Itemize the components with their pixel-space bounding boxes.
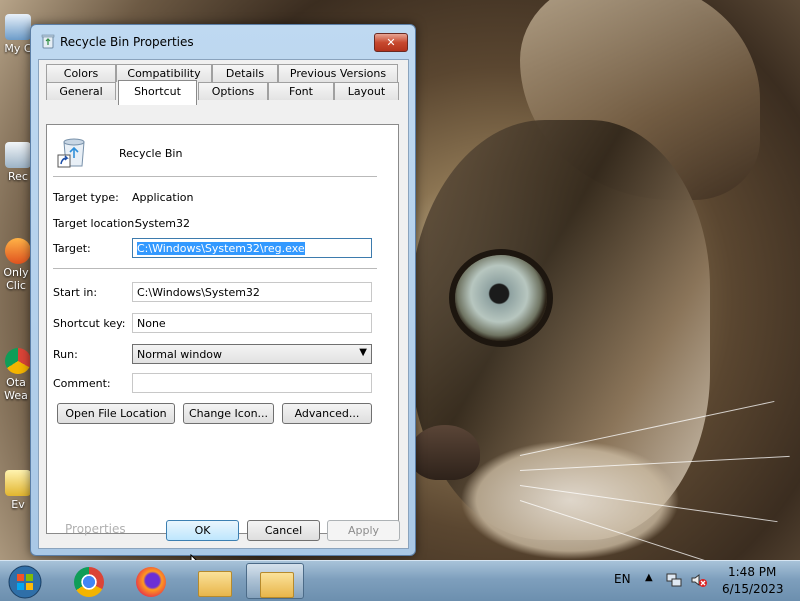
target-location-label: Target location: xyxy=(53,217,138,230)
target-location-value: System32 xyxy=(135,217,191,230)
change-icon-button[interactable]: Change Icon... xyxy=(183,403,274,424)
volume-muted-icon[interactable] xyxy=(690,572,708,588)
comment-input[interactable] xyxy=(132,373,372,393)
apply-button[interactable]: Apply xyxy=(327,520,400,541)
app-icon xyxy=(5,238,31,264)
cancel-button[interactable]: Cancel xyxy=(247,520,320,541)
tab-layout[interactable]: Layout xyxy=(334,82,399,100)
taskbar-chrome[interactable] xyxy=(62,563,118,599)
computer-icon xyxy=(5,14,31,40)
target-type-label: Target type: xyxy=(53,191,119,204)
start-in-input[interactable]: C:\Windows\System32 xyxy=(132,282,372,302)
recycle-bin-icon xyxy=(5,142,31,168)
dialog-client-area: Colors Compatibility Details Previous Ve… xyxy=(38,59,409,549)
recycle-bin-shortcut-icon xyxy=(57,138,85,168)
target-input[interactable]: C:\Windows\System32\reg.exe xyxy=(132,238,372,258)
shortcut-key-label: Shortcut key: xyxy=(53,317,126,330)
chrome-icon xyxy=(5,348,31,374)
ok-button[interactable]: OK xyxy=(166,520,239,541)
properties-ghost-text: Properties xyxy=(65,522,126,536)
title-bar[interactable]: Recycle Bin Properties ✕ xyxy=(31,25,415,57)
open-file-location-button[interactable]: Open File Location xyxy=(57,403,175,424)
show-hidden-icons-icon[interactable]: ▲ xyxy=(645,572,653,583)
tab-previous-versions[interactable]: Previous Versions xyxy=(278,64,398,82)
firefox-icon xyxy=(136,567,166,597)
tab-shortcut[interactable]: Shortcut xyxy=(118,80,197,105)
shortcut-icon xyxy=(5,470,31,496)
shortcut-key-input[interactable]: None xyxy=(132,313,372,333)
run-select[interactable]: Normal window ▼ xyxy=(132,344,372,364)
start-in-label: Start in: xyxy=(53,286,98,299)
taskbar: EN ▲ 1:48 PM 6/15/2023 xyxy=(0,560,800,601)
comment-label: Comment: xyxy=(53,377,111,390)
target-type-value: Application xyxy=(132,191,194,204)
taskbar-file-explorer[interactable] xyxy=(186,563,242,599)
target-label: Target: xyxy=(53,242,91,255)
wallpaper-cat-nose xyxy=(410,425,480,480)
separator xyxy=(53,176,377,177)
language-indicator[interactable]: EN xyxy=(614,572,631,586)
chrome-icon xyxy=(74,567,104,597)
tab-details[interactable]: Details xyxy=(212,64,278,82)
tab-options[interactable]: Options xyxy=(198,82,268,100)
windows-orb-icon xyxy=(8,565,42,599)
clock-date[interactable]: 6/15/2023 xyxy=(722,582,784,596)
run-label: Run: xyxy=(53,348,78,361)
folder-icon xyxy=(260,572,294,598)
network-icon[interactable] xyxy=(666,572,682,588)
wallpaper-cat-eye xyxy=(455,255,547,341)
recycle-bin-icon xyxy=(41,34,55,49)
advanced-button[interactable]: Advanced... xyxy=(282,403,372,424)
start-button[interactable] xyxy=(0,563,54,599)
tab-colors[interactable]: Colors xyxy=(46,64,116,82)
tab-general[interactable]: General xyxy=(46,82,116,100)
window-title: Recycle Bin Properties xyxy=(60,35,194,49)
chevron-down-icon: ▼ xyxy=(359,347,367,358)
clock-time[interactable]: 1:48 PM xyxy=(728,565,776,579)
target-input-value: C:\Windows\System32\reg.exe xyxy=(137,242,305,255)
folder-icon xyxy=(198,571,232,597)
shortcut-name: Recycle Bin xyxy=(119,147,183,160)
recycle-bin-properties-window[interactable]: Recycle Bin Properties ✕ Colors Compatib… xyxy=(30,24,416,556)
taskbar-firefox[interactable] xyxy=(124,563,180,599)
separator xyxy=(53,268,377,269)
taskbar-file-explorer-active[interactable] xyxy=(246,563,304,599)
close-button[interactable]: ✕ xyxy=(374,33,408,52)
shortcut-tab-panel: Recycle Bin Target type: Application Tar… xyxy=(46,124,399,534)
tab-font[interactable]: Font xyxy=(268,82,334,100)
